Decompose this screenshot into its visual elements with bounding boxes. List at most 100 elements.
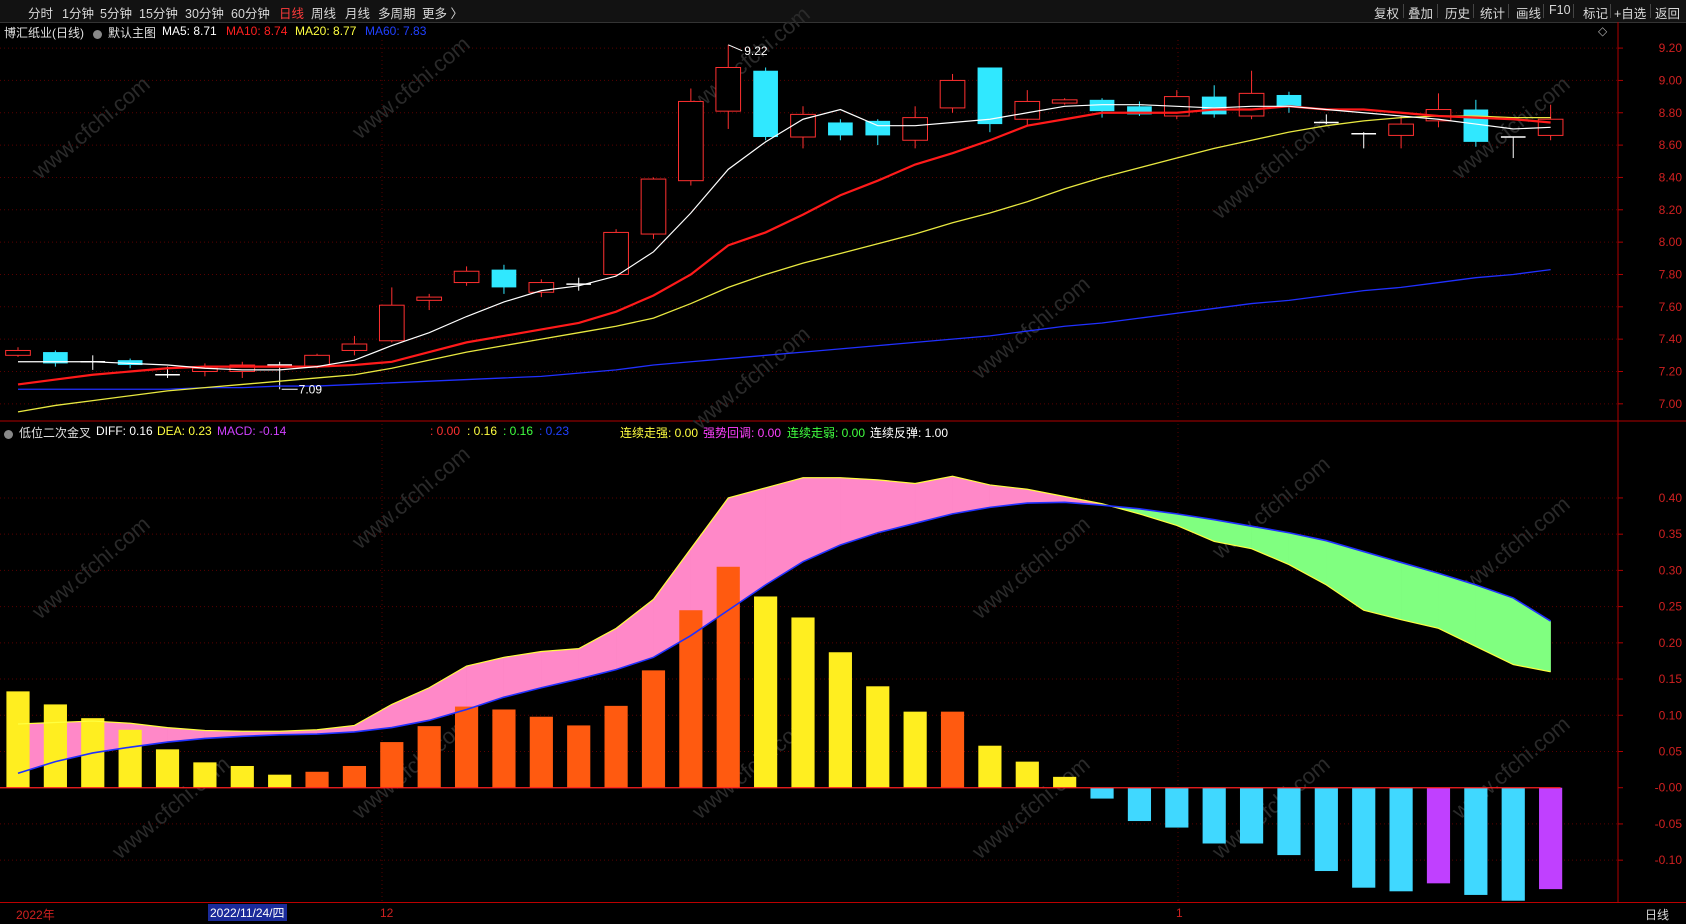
diff-dea-fill-pink [503, 651, 542, 698]
candle-body-down [117, 360, 143, 366]
main-y-tick-label: 8.60 [1659, 138, 1683, 152]
diff-dea-fill-pink [129, 722, 168, 748]
macd-bar [305, 771, 329, 788]
macd-bar [6, 691, 30, 788]
period-tab-5min[interactable]: 5分钟 [100, 3, 132, 22]
diff-dea-fill-green [1512, 597, 1551, 673]
diff-dea-fill-pink [541, 648, 579, 689]
macd-bar [118, 729, 142, 788]
diff-dea-fill-pink [354, 703, 393, 733]
candle-body-down [491, 269, 517, 288]
watermark-text: www.cfchi.com [966, 271, 1094, 384]
period-tab-daily[interactable]: 日线 [279, 3, 304, 22]
macd-bar [903, 711, 927, 788]
template-label[interactable]: 默认主图 [108, 24, 156, 41]
sub-y-tick-label: 0.10 [1659, 708, 1683, 722]
macd-bar [529, 716, 553, 788]
period-tab-30min[interactable]: 30分钟 [185, 3, 224, 22]
candle-body-down [1089, 99, 1115, 112]
candle-body-up [790, 113, 816, 138]
candle-body-up [378, 304, 405, 342]
diff-dea-fill-pink [952, 475, 991, 515]
macd-bar [454, 706, 479, 788]
candle-body-up [192, 367, 218, 372]
period-tab-multi[interactable]: 多周期 [378, 3, 416, 22]
candle-body-up [1388, 123, 1414, 136]
strong-pullback-label: 强势回调: 0.00 [703, 426, 782, 440]
mark-button[interactable]: 标记 [1583, 3, 1608, 22]
diff-dea-fill-pink [466, 657, 505, 710]
macd-bar [230, 765, 254, 788]
diff-dea-fill-pink [765, 477, 804, 586]
period-tab-fenshi[interactable]: 分时 [28, 3, 53, 22]
watermark-text: www.cfchi.com [1446, 711, 1574, 824]
period-tab-monthly[interactable]: 月线 [345, 3, 370, 22]
diff-dea-fill-green [1363, 551, 1402, 620]
watermark-text: www.cfchi.com [346, 441, 474, 554]
watermark-text: www.cfchi.com [686, 711, 814, 824]
ma5-line [18, 104, 1551, 371]
f10-button[interactable]: F10 [1549, 3, 1571, 17]
draw-line-button[interactable]: 画线 [1516, 3, 1541, 22]
sub-y-tick-label: 0.35 [1659, 527, 1683, 541]
macd-bar [1389, 787, 1413, 892]
period-toolbar: 分时 1分钟 5分钟 15分钟 30分钟 60分钟 日线 周线 月线 多周期 更… [0, 0, 1686, 23]
watermark-text: www.cfchi.com [346, 711, 474, 824]
ma60-label: MA60: 7.83 [365, 24, 427, 38]
main-y-tick-label: 7.20 [1659, 364, 1683, 378]
macd-bar [342, 765, 367, 788]
main-y-tick-label: 8.40 [1659, 170, 1683, 184]
candle-body-up [1051, 99, 1078, 104]
diff-dea-fill-pink [279, 729, 318, 736]
period-tab-more[interactable]: 更多 〉 [422, 3, 463, 22]
macd-bar [940, 711, 965, 788]
diff-dea-fill-pink [242, 730, 280, 737]
watermark-text: www.cfchi.com [1206, 451, 1334, 564]
diff-dea-fill-pink [578, 627, 617, 680]
watermark-text: www.cfchi.com [686, 321, 814, 434]
history-button[interactable]: 历史 [1445, 3, 1470, 22]
candle-body-down [753, 70, 778, 138]
collapse-icon[interactable]: ◇ [1598, 24, 1607, 38]
candle-body-down [977, 67, 1003, 125]
candle-body-up [528, 282, 555, 293]
period-tab-1min[interactable]: 1分钟 [62, 3, 94, 22]
diff-dea-fill-pink [1064, 496, 1103, 506]
macd-bar [1053, 776, 1077, 788]
signal-blue-label: : 0.23 [539, 424, 570, 438]
statistics-button[interactable]: 统计 [1480, 3, 1505, 22]
low-marker-label: 7.09 [299, 382, 323, 396]
main-y-tick-label: 7.00 [1659, 397, 1683, 411]
overlay-button[interactable]: 叠加 [1408, 3, 1433, 22]
add-watchlist-button[interactable]: +自选 [1614, 3, 1646, 22]
high-marker-label: 9.22 [744, 44, 768, 58]
sub-y-tick-label: -0.00 [1655, 781, 1683, 795]
period-tab-60min[interactable]: 60分钟 [231, 3, 270, 22]
stock-chart[interactable]: www.cfchi.com www.cfchi.com www.cfchi.com w… [0, 0, 1686, 923]
watermark-text: www.cfchi.com [1446, 491, 1574, 604]
candle-body-up [678, 100, 704, 182]
candle-body-up [1537, 118, 1564, 136]
dea-line [17, 501, 1552, 774]
main-y-tick-label: 7.60 [1659, 300, 1683, 314]
period-tab-15min[interactable]: 15分钟 [139, 3, 178, 22]
diff-dea-fill-pink [653, 547, 692, 658]
diff-dea-fill-pink [914, 475, 953, 524]
candle-body-up [902, 117, 928, 141]
main-chart-info-bar: 博汇纸业(日线) 默认主图 MA5: 8.71 MA10: 8.74 MA20:… [0, 22, 1618, 40]
candle-body-up [341, 343, 368, 351]
candle-body-up [1014, 100, 1041, 120]
macd-bar [1539, 787, 1563, 890]
back-button[interactable]: 返回 [1655, 3, 1680, 22]
diff-dea-fill-pink [615, 598, 654, 670]
candle-body-up [5, 349, 31, 356]
watermark-text: www.cfchi.com [106, 751, 234, 864]
indicator-icon[interactable] [4, 428, 13, 442]
fuquan-button[interactable]: 复权 [1374, 3, 1399, 22]
diff-dea-fill-green [1139, 508, 1178, 526]
indicator-title[interactable]: 低位二次金叉 [19, 424, 91, 441]
template-icon[interactable] [93, 28, 102, 42]
period-tab-weekly[interactable]: 周线 [311, 3, 336, 22]
candle-body-up [416, 296, 443, 301]
sub-y-tick-label: 0.30 [1659, 563, 1683, 577]
